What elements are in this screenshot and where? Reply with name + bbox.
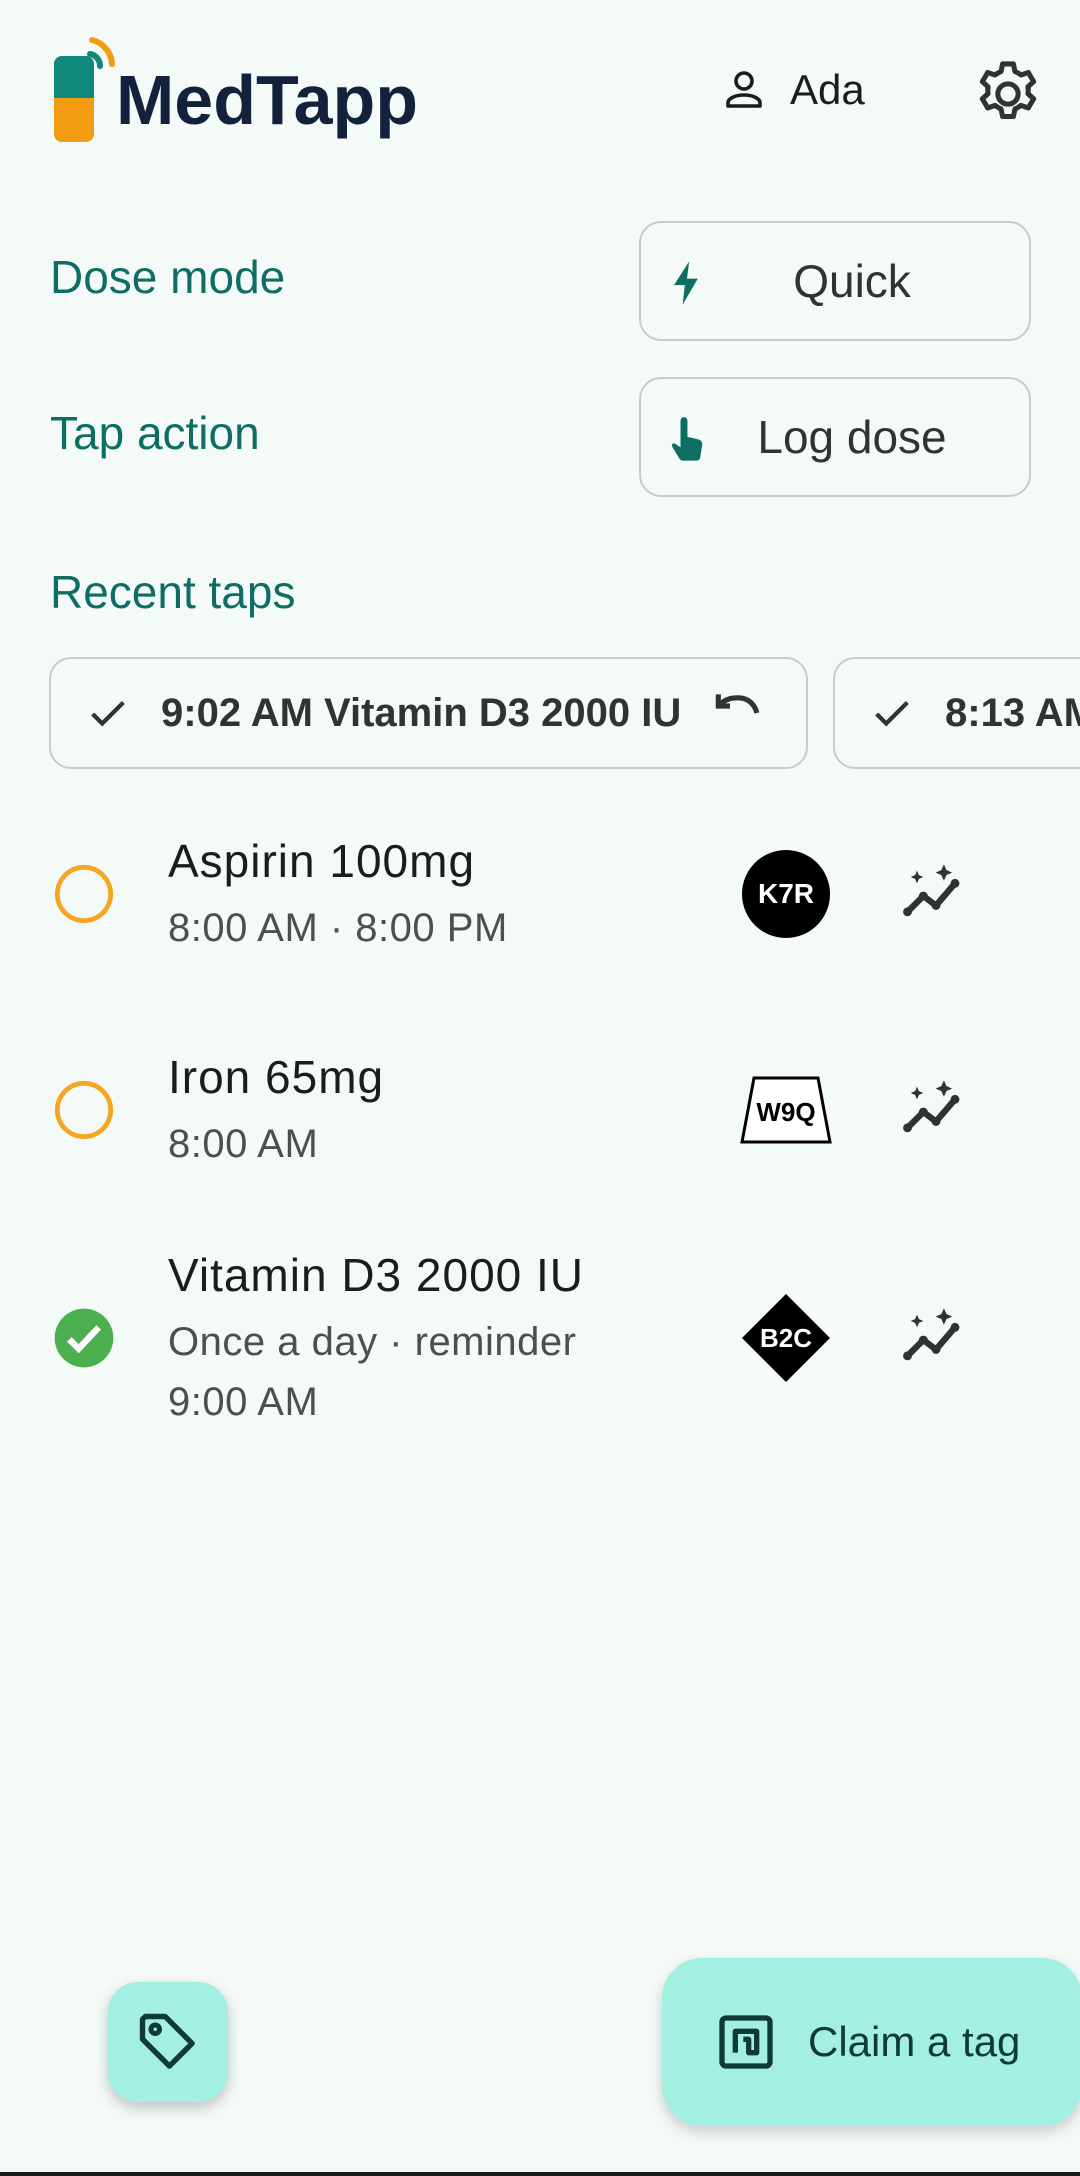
nfc-icon [719,2015,773,2069]
med-frequency: Once a day · reminder [168,1320,577,1364]
med-name[interactable]: Iron 65mg [168,1050,384,1104]
person-icon [726,71,762,108]
check-icon [875,700,909,727]
tag-code: W9Q [756,1097,816,1127]
med-schedule: 8:00 AM [168,1122,319,1166]
insights-trend-icon[interactable] [898,1074,974,1150]
check-icon [91,700,125,727]
tag-badge-trapezoid[interactable]: W9Q [740,1064,832,1156]
tag-badge-diamond[interactable]: B2C [740,1292,832,1384]
tap-finger-icon [671,417,703,461]
tap-action-value: Log dose [757,411,947,463]
med-schedule: 8:00 AM · 8:00 PM [168,906,508,950]
recent-tap-text: 8:13 AM [945,690,1080,735]
taken-check-icon[interactable] [52,1306,116,1370]
claim-tag-label: Claim a tag [808,2018,1021,2065]
bolt-icon [674,261,698,305]
tag-icon [139,2013,195,2069]
med-schedule: 9:00 AM [168,1380,319,1424]
recent-tap-chip[interactable]: 8:13 AM [833,657,1080,769]
tags-fab-button[interactable] [108,1982,228,2102]
medtapp-logo [54,37,115,142]
settings-gear-icon[interactable] [970,56,1046,132]
dose-mode-label: Dose mode [50,251,286,303]
recent-taps-title: Recent taps [50,566,296,618]
dose-mode-value: Quick [793,255,911,307]
tap-action-label: Tap action [50,407,260,459]
insights-trend-icon[interactable] [898,1302,974,1378]
insights-trend-icon[interactable] [898,858,974,934]
undo-icon[interactable] [709,685,765,741]
tag-badge-circle[interactable]: K7R [740,848,832,940]
pending-status-icon[interactable] [52,862,116,926]
recent-tap-chip[interactable]: 9:02 AM Vitamin D3 2000 IU [49,657,808,769]
user-account-button[interactable]: Ada [720,58,865,122]
user-name: Ada [790,66,865,113]
dose-mode-button[interactable]: Quick [639,221,1031,341]
tag-code: B2C [759,1323,812,1353]
bottom-divider [0,2172,1080,2176]
pending-status-icon[interactable] [52,1078,116,1142]
med-name[interactable]: Aspirin 100mg [168,834,475,888]
med-name[interactable]: Vitamin D3 2000 IU [168,1248,584,1302]
tap-action-button[interactable]: Log dose [639,377,1031,497]
app-title: MedTapp [116,61,419,139]
tag-code: K7R [757,878,814,909]
recent-tap-text: 9:02 AM Vitamin D3 2000 IU [161,690,682,735]
claim-tag-button[interactable]: Claim a tag [662,1958,1080,2126]
